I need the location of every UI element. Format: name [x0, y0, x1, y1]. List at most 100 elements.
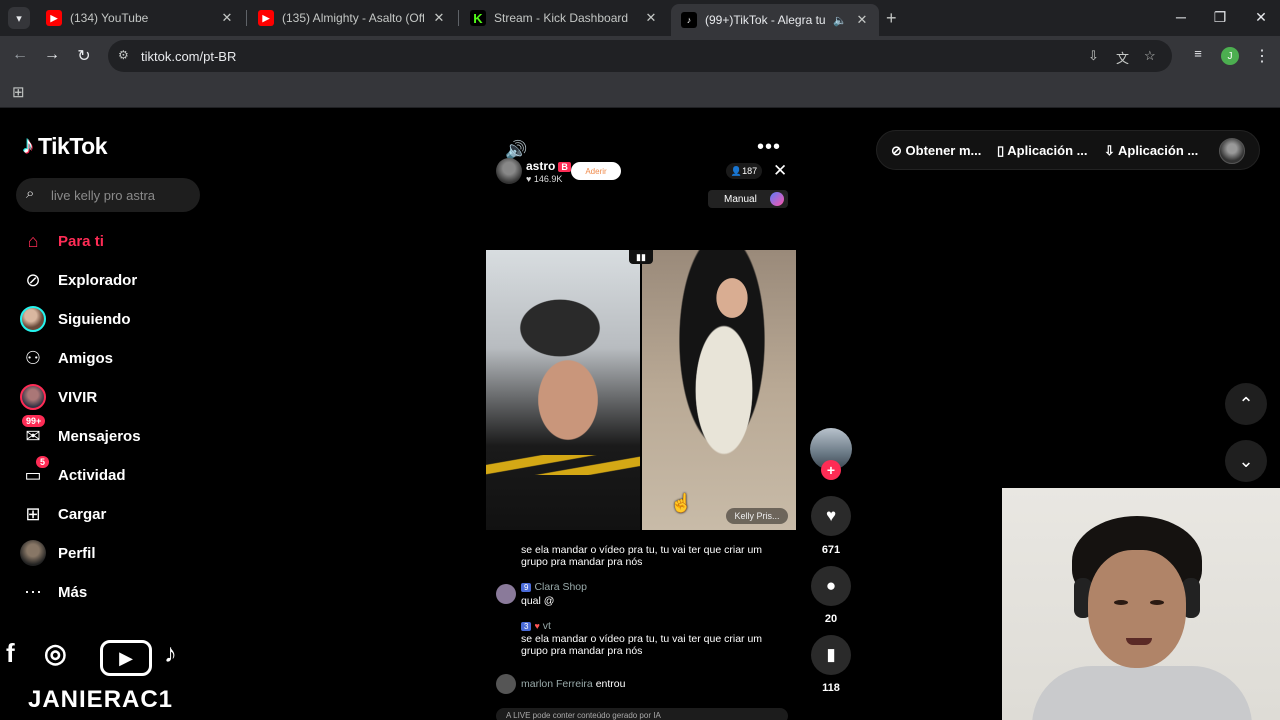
pause-icon[interactable]: ▮▮ [629, 250, 653, 264]
sidebar-item-explorador[interactable]: ⊘ Explorador [20, 265, 137, 295]
media-control-icon[interactable]: ≡ [1188, 46, 1208, 61]
get-coins-button[interactable]: ⊘ Obtener m... [891, 143, 981, 159]
viewer-count-text: 187 [742, 166, 758, 176]
tiktok-logo-icon: ♪ [164, 638, 177, 668]
tab-strip: ▾ ▶ (134) YouTube ✕ ▶ (135) Almighty - A… [0, 0, 1280, 36]
host-badge: B [558, 162, 571, 172]
youtube-logo-icon: ▶ [100, 640, 152, 676]
reload-button[interactable]: ↻ [74, 46, 94, 66]
new-tab-button[interactable]: + [886, 8, 897, 29]
profile-avatar-icon [20, 540, 46, 566]
level-badge: 3 [521, 622, 532, 631]
close-icon[interactable]: ✕ [855, 12, 869, 28]
top-actions-bar: ⊘ Obtener m... ▯ Aplicación ... ⇩ Aplica… [876, 130, 1260, 170]
more-options-icon[interactable]: ••• [757, 136, 781, 159]
follow-plus-icon[interactable]: + [821, 460, 841, 480]
host-name[interactable]: astro B [526, 159, 571, 173]
window-close-button[interactable]: ✕ [1251, 9, 1271, 26]
video-right-panel [642, 250, 796, 530]
tab-separator [246, 10, 247, 26]
bookmarks-bar: ⊞ [0, 76, 1280, 108]
app-button[interactable]: ▯ Aplicación ... [997, 143, 1087, 159]
tab-tiktok[interactable]: ♪ (99+)TikTok - Alegra tu día 🔈 ✕ [671, 4, 879, 36]
manual-mode-pill[interactable]: Manual [708, 190, 788, 208]
save-button[interactable]: ▮ [811, 635, 851, 675]
previous-video-button[interactable]: ⌃ [1225, 383, 1267, 425]
friends-icon: ⚇ [24, 347, 42, 368]
chat-username: 9 Clara Shop [521, 581, 587, 593]
tab-youtube[interactable]: ▶ (134) YouTube ✕ [36, 4, 244, 32]
sidebar-item-perfil[interactable]: Perfil [20, 538, 96, 568]
chat-username-text: Clara Shop [534, 581, 587, 593]
live-chat: se ela mandar o vídeo pra tu, tu vai ter… [490, 536, 800, 720]
close-icon[interactable]: ✕ [644, 10, 658, 26]
sidebar-item-label: Mensajeros [58, 427, 141, 445]
tab-almighty[interactable]: ▶ (135) Almighty - Asalto (Official ✕ [248, 4, 456, 32]
next-video-button[interactable]: ⌄ [1225, 440, 1267, 482]
profile-avatar[interactable]: J [1221, 47, 1239, 65]
tab-search-button[interactable]: ▾ [8, 7, 30, 29]
sidebar-item-mas[interactable]: ⋯ Más [20, 577, 87, 607]
avatar-icon [20, 306, 46, 332]
like-button[interactable]: ♥ [811, 496, 851, 536]
minimize-button[interactable]: ─ [1171, 9, 1191, 25]
comment-button[interactable]: ● [811, 566, 851, 606]
close-icon[interactable]: ✕ [432, 10, 446, 26]
bookmark-star-icon[interactable]: ☆ [1144, 48, 1156, 64]
heart-icon: ♥ [825, 506, 837, 525]
tab-kick[interactable]: K Stream - Kick Dashboard ✕ [460, 4, 668, 32]
youtube-icon: ▶ [46, 10, 62, 26]
sidebar-item-vivir[interactable]: VIVIR [20, 382, 97, 412]
chevron-down-icon: ⌄ [1238, 450, 1254, 471]
tiktok-logo[interactable]: ♪ TikTok [22, 132, 108, 160]
close-icon[interactable]: ✕ [220, 10, 234, 26]
sidebar-item-actividad[interactable]: ▭ 5 Actividad [20, 456, 126, 490]
download-app-button[interactable]: ⇩ Aplicación ... [1104, 143, 1198, 159]
chat-message: entrou [595, 678, 626, 690]
sidebar-item-cargar[interactable]: ⊞ Cargar [20, 499, 106, 529]
tab-title: (134) YouTube [70, 11, 149, 25]
join-button[interactable]: Aderir [571, 162, 621, 180]
get-coins-label: Obtener m... [905, 143, 982, 158]
more-icon: ⋯ [24, 581, 42, 602]
chat-avatar [496, 584, 516, 604]
comment-icon: ● [825, 576, 837, 595]
host-avatar[interactable] [496, 158, 522, 184]
video-left-panel [486, 250, 640, 530]
messages-icon: ✉ 99+ [20, 415, 46, 449]
url-text: tiktok.com/pt-BR [141, 49, 237, 64]
upload-icon: ⊞ [25, 503, 41, 524]
mouse-cursor-icon: ☝ [670, 493, 693, 513]
maximize-button[interactable]: ❐ [1210, 9, 1230, 26]
viewer-count: 👤 187 [726, 163, 762, 179]
logo-text: TikTok [38, 132, 108, 159]
search-bar[interactable]: ⌕ live kelly pro astra [16, 178, 200, 212]
sidebar-item-amigos[interactable]: ⚇ Amigos [20, 343, 113, 373]
site-info-icon[interactable]: ⚙ [118, 48, 129, 62]
sidebar-item-label: VIVIR [58, 388, 98, 406]
bookmark-icon: ▮ [826, 645, 836, 664]
activity-icon: ▭ 5 [20, 456, 50, 488]
sidebar-item-label: Explorador [58, 271, 138, 289]
live-video[interactable]: ▮▮ Kelly Pris... [486, 250, 796, 530]
speaker-icon[interactable]: 🔈 [833, 14, 847, 27]
sidebar-item-siguiendo[interactable]: Siguiendo [20, 304, 131, 334]
search-icon: ⌕ [26, 185, 35, 202]
menu-icon[interactable]: ⋮ [1252, 46, 1272, 66]
translate-icon[interactable]: 文 [1116, 48, 1129, 67]
user-avatar[interactable] [1219, 138, 1245, 164]
install-app-icon[interactable]: ⇩ [1088, 48, 1099, 64]
close-live-icon[interactable]: ✕ [773, 161, 787, 181]
search-input[interactable]: live kelly pro astra [51, 188, 155, 203]
address-bar[interactable]: ⚙ tiktok.com/pt-BR ⇩ 文 ☆ [108, 40, 1172, 72]
ai-notice[interactable]: A LIVE pode conter conteúdo gerado por I… [496, 708, 788, 720]
forward-button[interactable]: → [42, 46, 62, 64]
sidebar-item-mensajeros[interactable]: ✉ 99+ Mensajeros [20, 415, 141, 451]
instagram-icon: ◎ [44, 638, 67, 668]
webcam-face [1088, 550, 1186, 668]
back-button[interactable]: ← [10, 46, 30, 64]
webcam-shirt [1032, 666, 1252, 720]
host-name-text: astro [526, 159, 556, 173]
apps-grid-icon[interactable]: ⊞ [12, 83, 25, 101]
sidebar-item-para-ti[interactable]: ⌂ Para ti [20, 226, 104, 256]
